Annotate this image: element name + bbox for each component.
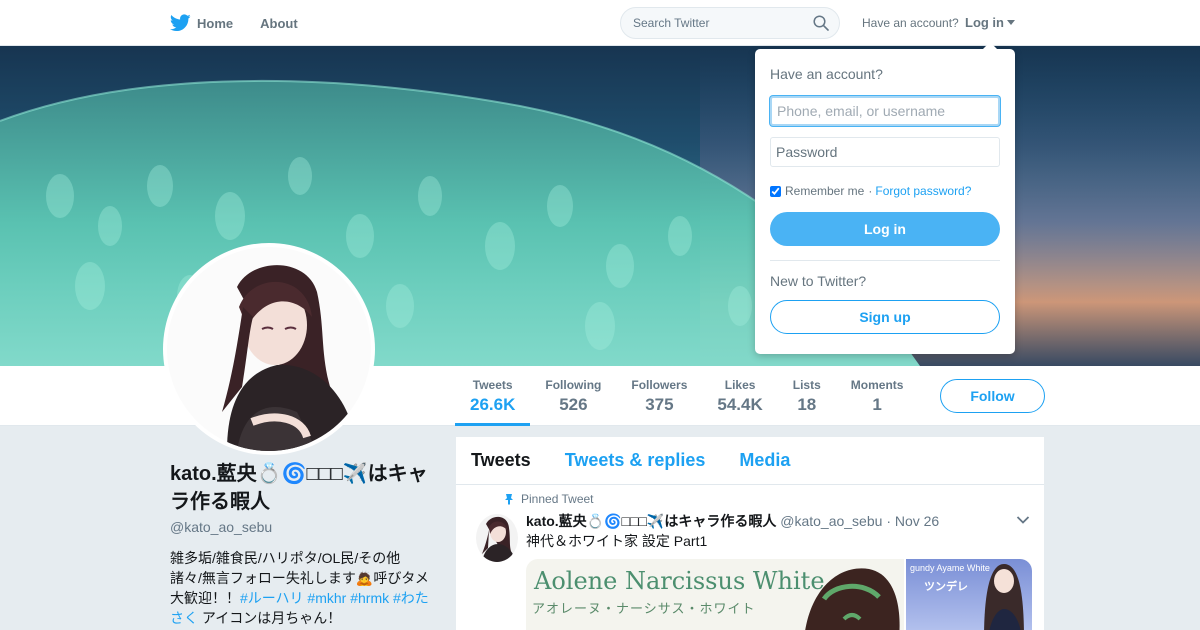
tweet-header: kato.藍央💍🌀□□□✈️はキャラ作る暇人 @kato_ao_sebu · N… [526, 511, 939, 531]
stat-moments[interactable]: Moments 1 [836, 366, 919, 426]
separator: · [868, 184, 873, 198]
pin-icon [505, 494, 513, 505]
tweet-text: 神代＆ホワイト家 設定 Part1 [526, 533, 708, 549]
profile-card: kato.藍央💍🌀□□□✈️はキャラ作る暇人 @kato_ao_sebu 雑多垢… [170, 460, 430, 628]
remember-me-row: Remember me · Forgot password? [770, 184, 971, 198]
tweet-media-image-1[interactable]: Aolene Narcissus White アオレーヌ・ナーシサス・ホワイト [526, 559, 904, 630]
stat-label: Lists [792, 378, 821, 392]
login-toggle-label: Log in [965, 15, 1004, 30]
media-title-text: Aolene Narcissus White [534, 567, 825, 595]
nav-about-label: About [260, 15, 298, 31]
username-field[interactable] [770, 96, 1000, 126]
dropdown-arrow [982, 42, 998, 50]
stat-value: 375 [645, 395, 674, 414]
login-dropdown: Have an account? Remember me · Forgot pa… [755, 42, 1015, 354]
password-field[interactable] [770, 137, 1000, 167]
timeline-tabs: Tweets Tweets & replies Media [456, 437, 1044, 485]
nav-left: Home About [170, 0, 325, 46]
tab-media[interactable]: Media [739, 450, 790, 471]
search-box [620, 7, 840, 39]
tab-tweets[interactable]: Tweets [471, 450, 531, 471]
stat-value: 54.4K [717, 395, 763, 414]
hashtag-link[interactable]: #ルーハリ [240, 590, 304, 606]
remember-me-label[interactable]: Remember me [785, 184, 864, 198]
stat-label: Following [545, 378, 602, 392]
tweet-author-handle[interactable]: @kato_ao_sebu [780, 513, 882, 529]
stat-label: Tweets [472, 378, 513, 392]
search-input[interactable] [621, 8, 801, 38]
media-subtitle-text: アオレーヌ・ナーシサス・ホワイト [532, 601, 756, 616]
timeline: Tweets Tweets & replies Media Pinned Twe… [456, 437, 1044, 630]
nav-about[interactable]: About [260, 16, 298, 31]
new-to-twitter-text: New to Twitter? [770, 273, 867, 289]
search-icon[interactable] [813, 15, 829, 31]
follow-button[interactable]: Follow [940, 379, 1045, 413]
profile-name[interactable]: kato.藍央💍🌀□□□✈️はキャラ作る暇人 [170, 460, 430, 516]
top-navigation-bar: Home About Have an account? Log in [0, 0, 1200, 46]
stat-followers[interactable]: Followers 375 [616, 366, 702, 426]
caret-down-icon [1007, 20, 1015, 25]
chevron-down-icon[interactable] [1016, 515, 1030, 525]
have-account-text: Have an account? [862, 16, 959, 30]
tweet-media[interactable]: Aolene Narcissus White アオレーヌ・ナーシサス・ホワイト … [526, 559, 1032, 630]
stat-likes[interactable]: Likes 54.4K [702, 366, 777, 426]
pinned-tweet-label: Pinned Tweet [505, 492, 594, 506]
avatar-image [167, 247, 371, 451]
login-button[interactable]: Log in [770, 212, 1000, 246]
profile-bio: 雑多垢/雑食民/ハリポタ/OL民/その他諸々/無言フォロー失礼します🙇呼びタメ大… [170, 548, 430, 628]
hashtag-link[interactable]: #mkhr [307, 590, 346, 606]
nav-home-label: Home [197, 15, 234, 31]
tweet-avatar[interactable] [476, 514, 518, 562]
stat-tweets[interactable]: Tweets 26.6K [455, 366, 531, 426]
profile-stats: Tweets 26.6K Following 526 Followers 375… [455, 366, 918, 426]
avatar-illustration [222, 265, 357, 451]
stat-value: 526 [559, 395, 588, 414]
divider [770, 260, 1000, 261]
stat-value: 26.6K [470, 395, 516, 414]
stat-label: Moments [850, 378, 904, 392]
stat-label: Likes [724, 378, 756, 392]
signup-button[interactable]: Sign up [770, 300, 1000, 334]
profile-avatar[interactable] [163, 243, 375, 455]
login-heading: Have an account? [770, 66, 883, 82]
stat-label: Followers [631, 378, 688, 392]
pinned-label-text: Pinned Tweet [521, 492, 594, 506]
tweet-timestamp[interactable]: · Nov 26 [886, 513, 939, 529]
remember-me-checkbox[interactable] [770, 185, 781, 197]
stat-value: 1 [872, 395, 882, 414]
media-side-subtitle-text: ツンデレ [924, 581, 968, 593]
media-side-character-art [984, 564, 1024, 630]
tab-tweets-and-replies[interactable]: Tweets & replies [565, 450, 706, 471]
media-character-art [805, 568, 900, 630]
stat-lists[interactable]: Lists 18 [778, 366, 836, 426]
tweet-author-name[interactable]: kato.藍央💍🌀□□□✈️はキャラ作る暇人 [526, 513, 776, 529]
tweet-media-image-2[interactable]: gundy Ayame White ツンデレ [906, 559, 1032, 630]
stat-value: 18 [797, 395, 817, 414]
login-dropdown-toggle[interactable]: Log in [965, 15, 1015, 30]
nav-home[interactable]: Home [170, 14, 233, 32]
forgot-password-link[interactable]: Forgot password? [875, 184, 971, 198]
hashtag-link[interactable]: #hrmk [350, 590, 389, 606]
tweet-avatar-image [482, 516, 516, 562]
twitter-bird-icon [170, 14, 191, 32]
stat-following[interactable]: Following 526 [530, 366, 616, 426]
bio-text: アイコンは月ちゃん！ [198, 610, 342, 626]
profile-handle[interactable]: @kato_ao_sebu [170, 519, 430, 535]
